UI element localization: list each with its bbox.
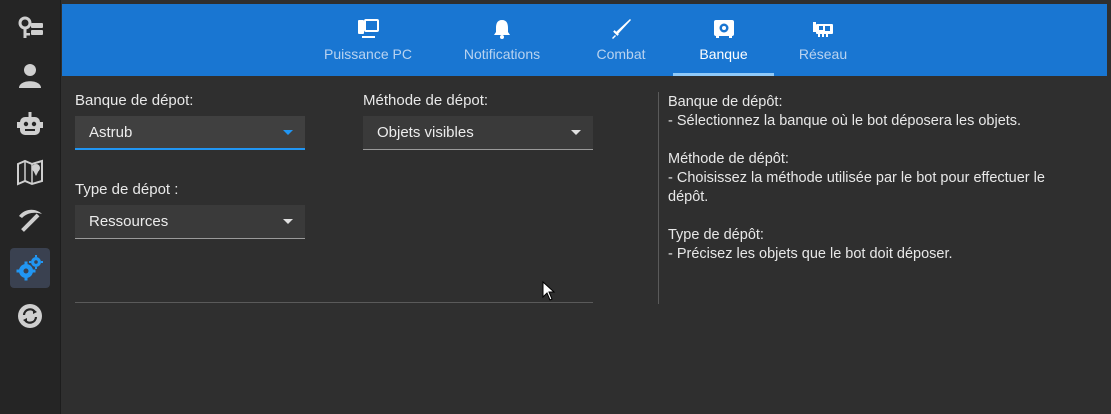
- bank-select-value: Astrub: [89, 123, 133, 141]
- computer-icon: [357, 18, 379, 40]
- tab-label: Réseau: [798, 46, 848, 62]
- gears-icon: [16, 255, 43, 281]
- sidebar-item-map[interactable]: [10, 152, 50, 192]
- chevron-down-icon: [571, 130, 581, 135]
- tab-banque[interactable]: Banque: [673, 4, 774, 76]
- sidebar-item-gathering[interactable]: [10, 200, 50, 240]
- help-panel: Banque de dépôt: - Sélectionnez la banqu…: [668, 93, 1088, 283]
- help-method-title: Méthode de dépôt:: [668, 151, 789, 167]
- chevron-down-icon: [283, 219, 293, 224]
- type-select-value: Ressources: [89, 213, 169, 230]
- key-list-icon: [18, 16, 43, 38]
- help-method-text: - Choisissez la méthode utilisée par le …: [668, 170, 1045, 205]
- type-label: Type de dépot :: [75, 181, 179, 198]
- sword-icon: [610, 18, 632, 40]
- map-pin-icon: [17, 159, 43, 186]
- help-type-text: - Précisez les objets que le bot doit dé…: [668, 246, 953, 262]
- method-label: Méthode de dépot:: [363, 92, 489, 109]
- sidebar-item-accounts[interactable]: [10, 8, 50, 48]
- bank-label: Banque de dépot:: [75, 92, 194, 109]
- bank-select[interactable]: Astrub: [75, 116, 305, 150]
- chevron-down-icon: [283, 130, 293, 135]
- tab-notifications[interactable]: Notifications: [452, 4, 552, 76]
- sidebar: [0, 0, 61, 414]
- form-divider: [75, 302, 593, 303]
- sidebar-item-profile[interactable]: [10, 56, 50, 96]
- sidebar-item-settings[interactable]: [10, 248, 50, 288]
- help-bank-text: - Sélectionnez la banque où le bot dépos…: [668, 113, 1022, 129]
- help-type-title: Type de dépôt:: [668, 227, 764, 243]
- active-tab-indicator: [673, 73, 774, 76]
- tab-bar: Puissance PC Notifications Combat Banque…: [62, 4, 1107, 76]
- sidebar-item-sync[interactable]: [10, 296, 50, 336]
- tab-label: Notifications: [463, 46, 541, 62]
- tab-reseau[interactable]: Réseau: [787, 4, 859, 76]
- sidebar-item-bot[interactable]: [10, 104, 50, 144]
- help-divider: [658, 92, 659, 304]
- method-select[interactable]: Objets visibles: [363, 116, 593, 150]
- tab-puissance-pc[interactable]: Puissance PC: [312, 4, 424, 76]
- safe-icon: [713, 18, 735, 40]
- robot-icon: [17, 112, 43, 135]
- type-select[interactable]: Ressources: [75, 205, 305, 239]
- method-select-value: Objets visibles: [377, 124, 474, 141]
- sync-icon: [18, 304, 42, 328]
- tab-label: Puissance PC: [324, 46, 412, 62]
- help-bank-title: Banque de dépôt:: [668, 94, 783, 110]
- user-icon: [19, 64, 41, 88]
- tab-combat[interactable]: Combat: [582, 4, 660, 76]
- mouse-cursor-icon: [542, 281, 556, 301]
- tab-label: Banque: [699, 46, 748, 62]
- tab-label: Combat: [596, 46, 646, 62]
- network-card-icon: [812, 18, 834, 40]
- pickaxe-icon: [19, 209, 42, 232]
- bell-icon: [491, 18, 513, 40]
